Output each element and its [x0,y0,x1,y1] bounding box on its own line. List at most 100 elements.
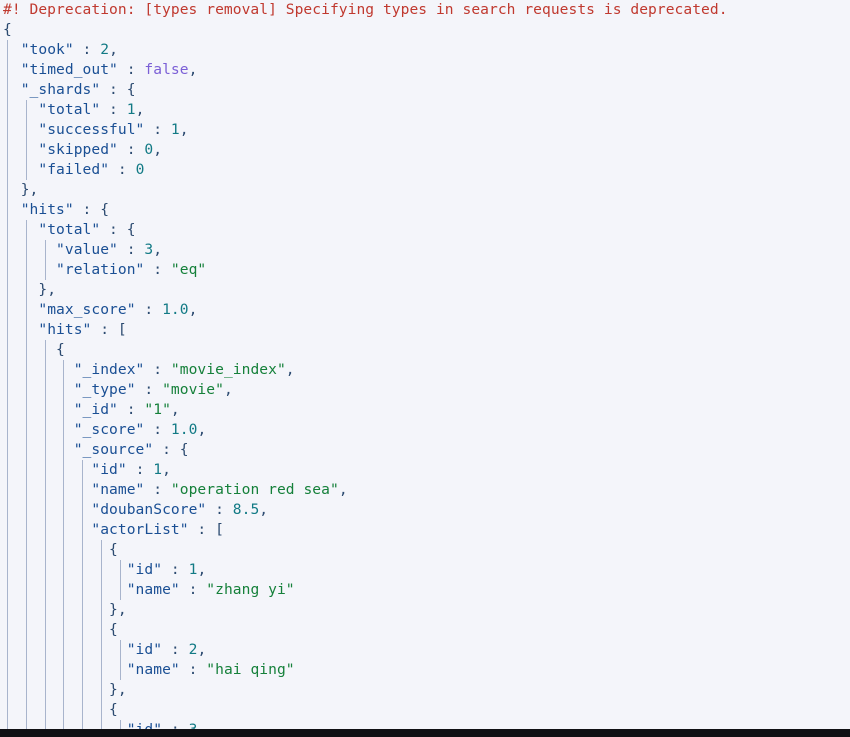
token-brc: { [109,701,118,718]
token-str: "hai qing" [206,661,295,678]
token-str: "zhang yi" [206,581,295,598]
token-num: 0 [135,161,145,178]
token-num: 3 [144,241,154,258]
token-key: "failed" [38,161,110,178]
code-line: "_score" : 1.0, [0,420,850,440]
code-line: "hits" : [ [0,320,850,340]
token-brc: } [109,681,118,698]
token-punc: : [117,401,145,418]
token-brc: { [109,621,118,638]
code-line: "id" : 2, [0,640,850,660]
bottom-status-bar [0,729,850,737]
code-line: "took" : 2, [0,40,850,60]
token-key: "id" [126,641,163,658]
token-punc: : [179,581,207,598]
token-num: 0 [144,141,154,158]
token-key: "value" [56,241,118,258]
token-punc: : [179,661,207,678]
token-punc: , [47,281,57,298]
token-punc: : [117,61,145,78]
token-key: "_shards" [20,81,101,98]
code-line: { [0,620,850,640]
token-brc: } [38,281,48,298]
token-key: "relation" [56,261,145,278]
code-line: "doubanScore" : 8.5, [0,500,850,520]
token-punc: : [73,201,101,218]
token-key: "max_score" [38,301,136,318]
token-brc: { [179,441,189,458]
token-punc: : [117,241,145,258]
code-line: "relation" : "eq" [0,260,850,280]
code-line: "failed" : 0 [0,160,850,180]
token-punc: : [144,421,171,438]
token-punc: : [206,501,233,518]
code-line: "_shards" : { [0,80,850,100]
token-punc: , [117,681,127,698]
token-brc: { [100,201,110,218]
code-line: "total" : 1, [0,100,850,120]
code-line: "total" : { [0,220,850,240]
token-punc: : [144,481,171,498]
token-key: "doubanScore" [91,501,207,518]
token-punc: : [162,721,189,729]
token-punc: : [153,441,180,458]
token-key: "timed_out" [20,61,118,78]
token-punc: , [197,721,206,729]
token-key: "_id" [73,401,118,418]
token-punc: , [117,601,127,618]
token-punc: , [29,181,39,198]
token-bool: false [144,61,189,78]
token-punc: , [162,461,171,478]
token-brc: } [20,181,30,198]
code-line: "skipped" : 0, [0,140,850,160]
code-line: "_source" : { [0,440,850,460]
token-brc: { [126,221,136,238]
token-punc: , [338,481,348,498]
token-key: "name" [126,661,180,678]
token-str: "1" [144,401,171,418]
code-line: "name" : "zhang yi" [0,580,850,600]
code-line: "name" : "hai qing" [0,660,850,680]
code-line: "successful" : 1, [0,120,850,140]
token-key: "_type" [73,381,136,398]
token-brc: } [109,601,118,618]
token-punc: : [188,521,216,538]
token-num: 1.0 [170,421,198,438]
token-punc: , [188,61,198,78]
code-line: "id" : 1, [0,560,850,580]
token-punc: : [126,461,154,478]
token-brc: { [3,21,12,38]
token-punc: : [100,101,127,118]
token-punc: : [135,301,163,318]
code-line: { [0,540,850,560]
code-line: "hits" : { [0,200,850,220]
json-response-viewer[interactable]: #! Deprecation: [types removal] Specifyi… [0,0,850,729]
token-key: "name" [91,481,145,498]
code-line: }, [0,180,850,200]
code-line: "id" : 3, [0,720,850,729]
token-punc: , [153,141,163,158]
code-line: }, [0,280,850,300]
token-punc: : [100,221,127,238]
token-punc: , [197,421,207,438]
code-line: }, [0,680,850,700]
code-line: "max_score" : 1.0, [0,300,850,320]
token-punc: : [91,321,118,338]
token-punc: : [162,641,189,658]
token-key: "total" [38,221,101,238]
token-key: "id" [91,461,127,478]
